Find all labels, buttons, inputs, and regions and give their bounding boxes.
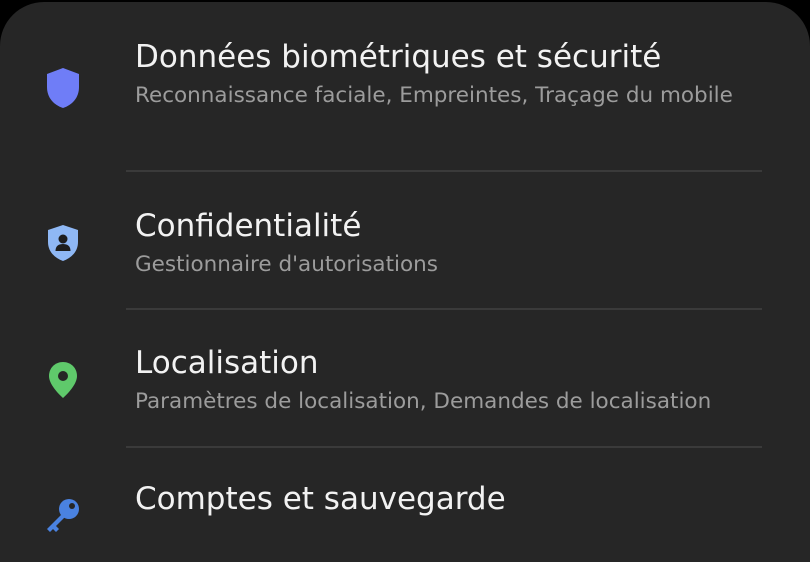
setting-item-privacy[interactable]: Confidentialité Gestionnaire d'autorisat… bbox=[0, 172, 810, 308]
setting-title: Confidentialité bbox=[135, 208, 362, 244]
setting-subtitle: Gestionnaire d'autorisations bbox=[135, 252, 438, 277]
setting-subtitle: Reconnaissance faciale, Empreintes, Traç… bbox=[135, 83, 733, 108]
settings-list: Données biométriques et sécurité Reconna… bbox=[0, 2, 810, 562]
setting-subtitle: Paramètres de localisation, Demandes de … bbox=[135, 389, 712, 414]
shield-icon bbox=[40, 65, 86, 111]
key-icon bbox=[40, 492, 86, 538]
setting-item-accounts-backup[interactable]: Comptes et sauvegarde bbox=[0, 448, 810, 562]
setting-title: Comptes et sauvegarde bbox=[135, 481, 506, 517]
setting-item-location[interactable]: Localisation Paramètres de localisation,… bbox=[0, 310, 810, 446]
privacy-shield-icon bbox=[40, 220, 86, 266]
setting-title: Localisation bbox=[135, 345, 319, 381]
setting-item-biometrics-security[interactable]: Données biométriques et sécurité Reconna… bbox=[0, 2, 810, 170]
setting-title: Données biométriques et sécurité bbox=[135, 39, 662, 75]
location-pin-icon bbox=[40, 357, 86, 403]
